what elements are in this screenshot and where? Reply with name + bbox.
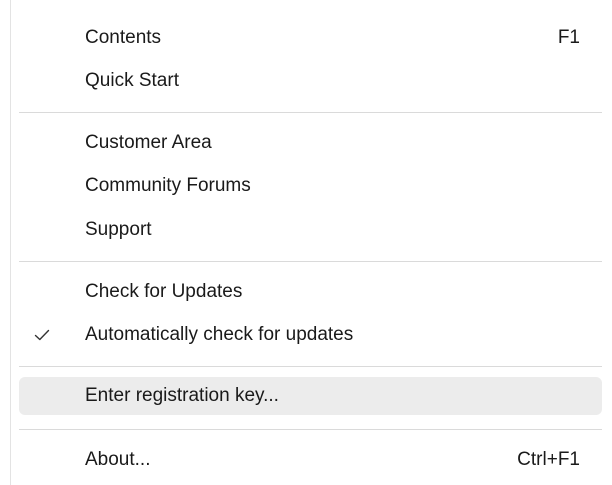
menu-item-customer-area[interactable]: Customer Area xyxy=(19,124,602,162)
menu-item-label: Contents xyxy=(85,27,162,48)
menu-item-label: Automatically check for updates xyxy=(85,324,354,345)
menu-item-about[interactable]: About... Ctrl+F1 xyxy=(19,441,602,479)
menu-item-label: Check for Updates xyxy=(85,281,243,302)
menu-item-label: Enter registration key... xyxy=(85,385,279,406)
menu-item-quick-start[interactable]: Quick Start xyxy=(19,62,602,100)
menu-item-label: Customer Area xyxy=(85,132,212,153)
menu-item-shortcut: Ctrl+F1 xyxy=(517,449,580,470)
menu-separator xyxy=(19,261,602,262)
menu-item-contents[interactable]: Contents F1 xyxy=(19,19,602,57)
menu-item-label: Support xyxy=(85,219,152,240)
menu-item-auto-check-updates[interactable]: Automatically check for updates xyxy=(19,316,602,354)
menu-item-enter-registration-key[interactable]: Enter registration key... xyxy=(19,377,602,415)
menu-separator xyxy=(19,366,602,367)
menu-item-support[interactable]: Support xyxy=(19,211,602,249)
menu-separator xyxy=(19,112,602,113)
help-menu: Contents F1 Quick Start Customer Area Co… xyxy=(10,0,610,485)
menu-item-label: Quick Start xyxy=(85,70,179,91)
menu-item-label: Community Forums xyxy=(85,175,251,196)
menu-item-check-for-updates[interactable]: Check for Updates xyxy=(19,273,602,311)
checkmark-icon xyxy=(31,316,53,354)
menu-item-community-forums[interactable]: Community Forums xyxy=(19,167,602,205)
menu-separator xyxy=(19,429,602,430)
menu-item-shortcut: F1 xyxy=(557,27,580,48)
menu-item-label: About... xyxy=(85,449,151,470)
